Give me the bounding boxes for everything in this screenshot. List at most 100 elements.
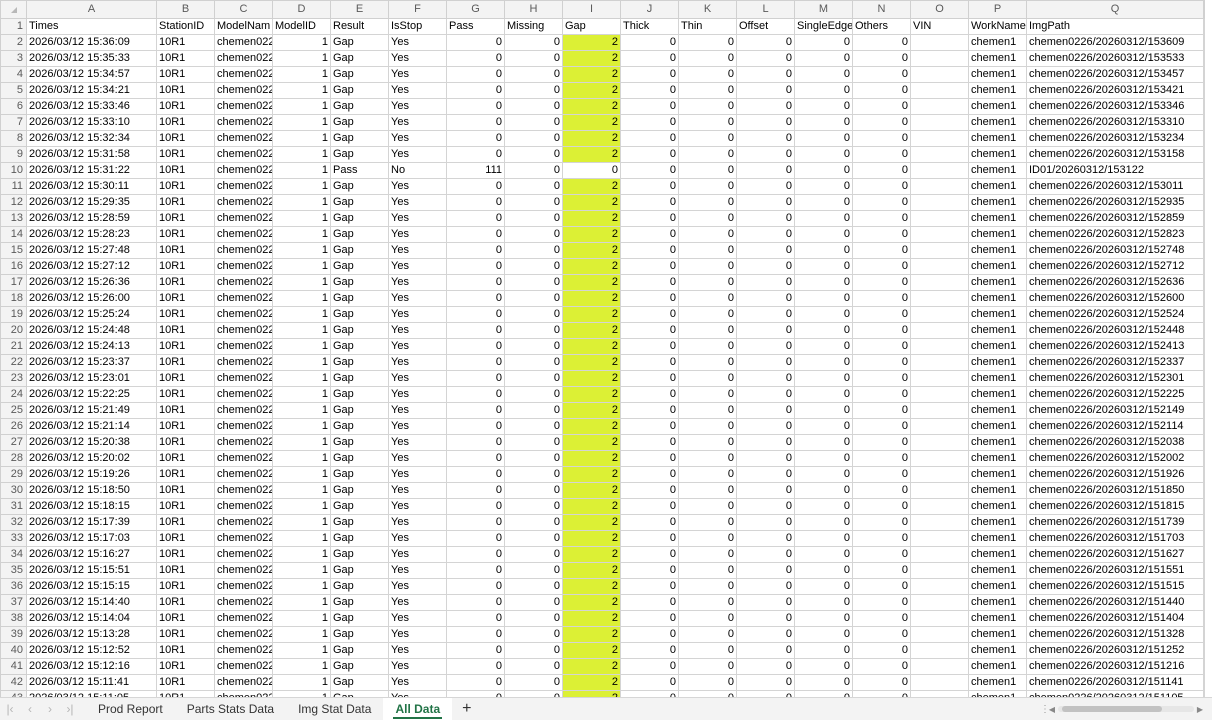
data-cell[interactable]: 0 bbox=[504, 338, 563, 355]
sheet-tab-img-stat-data[interactable]: Img Stat Data bbox=[286, 698, 383, 720]
data-cell[interactable] bbox=[910, 626, 969, 643]
data-cell[interactable]: 2026/03/12 15:31:58 bbox=[26, 146, 157, 163]
data-cell[interactable]: chemen0226/20260312/151141 bbox=[1026, 674, 1204, 691]
data-cell[interactable]: 0 bbox=[794, 66, 853, 83]
data-cell[interactable]: 0 bbox=[852, 514, 911, 531]
data-cell[interactable]: 0 bbox=[736, 610, 795, 627]
data-cell[interactable] bbox=[910, 34, 969, 51]
column-header-a[interactable]: A bbox=[26, 0, 157, 19]
data-cell[interactable]: 2 bbox=[562, 594, 621, 611]
data-cell[interactable]: chemen1 bbox=[968, 50, 1027, 67]
data-cell[interactable]: 1 bbox=[272, 370, 331, 387]
data-cell[interactable]: 0 bbox=[852, 402, 911, 419]
data-cell[interactable]: 0 bbox=[446, 546, 505, 563]
data-cell[interactable]: 2 bbox=[562, 658, 621, 675]
data-cell[interactable]: 0 bbox=[794, 402, 853, 419]
data-cell[interactable]: 0 bbox=[620, 130, 679, 147]
data-cell[interactable]: 0 bbox=[678, 402, 737, 419]
data-cell[interactable]: Gap bbox=[330, 98, 389, 115]
data-cell[interactable]: chemen1 bbox=[968, 450, 1027, 467]
data-cell[interactable]: Yes bbox=[388, 546, 447, 563]
data-cell[interactable]: chemen1 bbox=[968, 594, 1027, 611]
data-cell[interactable] bbox=[910, 98, 969, 115]
data-cell[interactable]: 1 bbox=[272, 210, 331, 227]
data-cell[interactable]: 0 bbox=[736, 386, 795, 403]
data-cell[interactable]: 2 bbox=[562, 418, 621, 435]
data-cell[interactable]: chemen022 bbox=[214, 402, 273, 419]
data-cell[interactable]: 0 bbox=[620, 146, 679, 163]
data-cell[interactable]: 0 bbox=[446, 482, 505, 499]
data-cell[interactable]: 2026/03/12 15:23:37 bbox=[26, 354, 157, 371]
data-cell[interactable]: 10R1 bbox=[156, 562, 215, 579]
header-cell[interactable]: Thick bbox=[620, 18, 679, 35]
data-cell[interactable]: 0 bbox=[504, 514, 563, 531]
first-sheet-icon[interactable]: |‹ bbox=[0, 702, 20, 716]
data-cell[interactable] bbox=[910, 546, 969, 563]
data-cell[interactable]: chemen022 bbox=[214, 674, 273, 691]
data-cell[interactable]: 2026/03/12 15:17:03 bbox=[26, 530, 157, 547]
data-cell[interactable]: 0 bbox=[620, 578, 679, 595]
data-cell[interactable]: Yes bbox=[388, 482, 447, 499]
data-cell[interactable] bbox=[910, 498, 969, 515]
data-cell[interactable]: chemen022 bbox=[214, 114, 273, 131]
data-cell[interactable] bbox=[910, 50, 969, 67]
data-cell[interactable]: 0 bbox=[736, 642, 795, 659]
data-cell[interactable]: chemen022 bbox=[214, 162, 273, 179]
data-cell[interactable]: Gap bbox=[330, 370, 389, 387]
data-cell[interactable]: 2026/03/12 15:16:27 bbox=[26, 546, 157, 563]
data-cell[interactable]: 0 bbox=[504, 290, 563, 307]
data-cell[interactable]: 2026/03/12 15:20:38 bbox=[26, 434, 157, 451]
row-number[interactable]: 35 bbox=[0, 562, 27, 579]
row-number[interactable]: 30 bbox=[0, 482, 27, 499]
data-cell[interactable] bbox=[910, 642, 969, 659]
data-cell[interactable]: 0 bbox=[852, 98, 911, 115]
row-number[interactable]: 17 bbox=[0, 274, 27, 291]
data-cell[interactable]: 1 bbox=[272, 386, 331, 403]
data-cell[interactable]: 0 bbox=[794, 210, 853, 227]
data-cell[interactable]: 0 bbox=[620, 610, 679, 627]
data-cell[interactable]: 0 bbox=[446, 258, 505, 275]
data-cell[interactable] bbox=[910, 66, 969, 83]
data-cell[interactable]: 0 bbox=[504, 402, 563, 419]
data-cell[interactable]: 2 bbox=[562, 386, 621, 403]
data-cell[interactable]: 2 bbox=[562, 674, 621, 691]
data-cell[interactable]: 0 bbox=[736, 658, 795, 675]
data-cell[interactable]: chemen022 bbox=[214, 562, 273, 579]
data-cell[interactable]: 0 bbox=[852, 274, 911, 291]
data-cell[interactable]: 0 bbox=[446, 530, 505, 547]
data-cell[interactable] bbox=[910, 274, 969, 291]
data-cell[interactable]: 0 bbox=[678, 146, 737, 163]
data-cell[interactable]: 0 bbox=[620, 594, 679, 611]
data-cell[interactable]: 10R1 bbox=[156, 450, 215, 467]
data-cell[interactable]: 2 bbox=[562, 370, 621, 387]
data-cell[interactable]: chemen0226/20260312/152712 bbox=[1026, 258, 1204, 275]
data-cell[interactable]: chemen022 bbox=[214, 338, 273, 355]
data-cell[interactable]: 0 bbox=[620, 338, 679, 355]
data-cell[interactable]: Yes bbox=[388, 114, 447, 131]
data-cell[interactable]: 0 bbox=[504, 274, 563, 291]
data-cell[interactable]: 0 bbox=[504, 66, 563, 83]
data-cell[interactable]: chemen1 bbox=[968, 66, 1027, 83]
data-cell[interactable]: 0 bbox=[852, 226, 911, 243]
column-header-p[interactable]: P bbox=[968, 0, 1027, 19]
data-cell[interactable]: 10R1 bbox=[156, 258, 215, 275]
data-cell[interactable]: 0 bbox=[736, 258, 795, 275]
data-cell[interactable]: 0 bbox=[446, 114, 505, 131]
data-cell[interactable]: 1 bbox=[272, 450, 331, 467]
row-number[interactable]: 41 bbox=[0, 658, 27, 675]
data-cell[interactable]: Yes bbox=[388, 226, 447, 243]
data-cell[interactable]: 0 bbox=[794, 50, 853, 67]
data-cell[interactable]: 1 bbox=[272, 642, 331, 659]
data-cell[interactable]: 0 bbox=[678, 466, 737, 483]
data-cell[interactable]: 0 bbox=[678, 546, 737, 563]
data-cell[interactable]: chemen1 bbox=[968, 354, 1027, 371]
data-cell[interactable]: 0 bbox=[852, 466, 911, 483]
data-cell[interactable]: 0 bbox=[446, 610, 505, 627]
data-cell[interactable]: 0 bbox=[446, 242, 505, 259]
data-cell[interactable]: chemen1 bbox=[968, 258, 1027, 275]
data-cell[interactable]: 10R1 bbox=[156, 162, 215, 179]
data-cell[interactable]: Gap bbox=[330, 514, 389, 531]
data-cell[interactable]: Yes bbox=[388, 82, 447, 99]
data-cell[interactable]: 0 bbox=[794, 658, 853, 675]
data-cell[interactable]: 2 bbox=[562, 194, 621, 211]
